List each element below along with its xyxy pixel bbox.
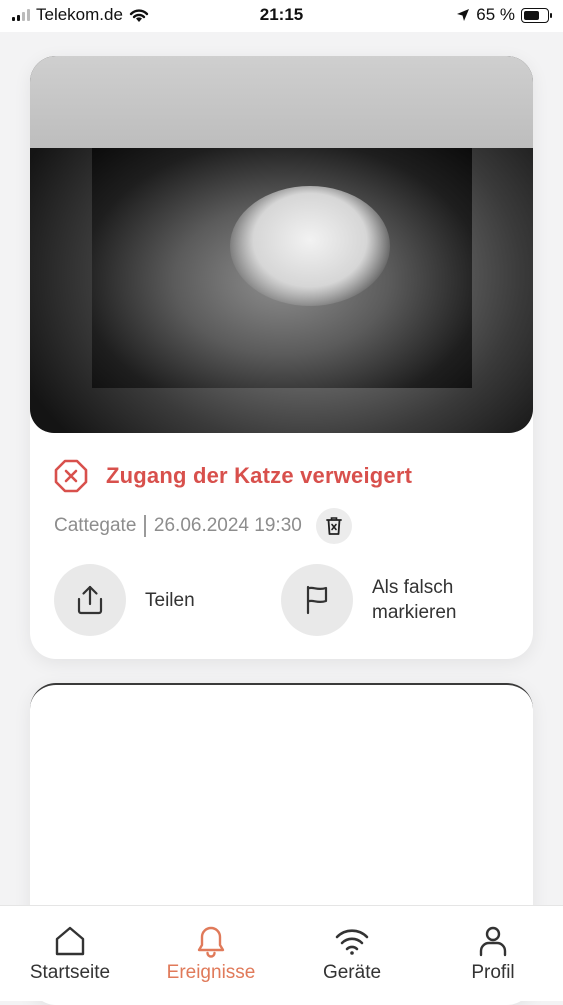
flag-icon [306,585,328,615]
home-icon [55,926,85,956]
trash-icon [325,517,342,535]
delete-button[interactable] [315,508,352,544]
event-photo[interactable] [30,56,533,433]
event-datetime: 26.06.2024 19:30 [153,515,302,536]
battery-icon [521,7,552,23]
person-icon [479,926,507,957]
status-right: 65 % [456,5,552,25]
event-meta: Cattegate 26.06.2024 19:30 [54,508,352,544]
tab-label: Profil [471,962,515,983]
cat-photo-icon [230,186,390,306]
bell-icon [197,926,225,958]
tab-label: Geräte [322,962,382,983]
wifi-icon [335,929,369,955]
event-card: Zugang der Katze verweigert Cattegate 26… [30,56,533,659]
share-label: Teilen [145,589,195,611]
tab-profil[interactable]: Profil [423,924,563,984]
meta-separator [144,515,146,537]
tab-label: Startseite [29,962,111,983]
share-icon [77,585,103,615]
tab-label: Ereignisse [166,962,256,983]
share-button-circle[interactable] [54,564,126,636]
tab-startseite[interactable]: Startseite [0,924,140,984]
flag-label: Als falsch markieren [372,575,456,625]
device-name: Cattegate [54,515,137,536]
tab-geraete[interactable]: Geräte [282,924,422,984]
location-arrow-icon [457,9,470,21]
denied-x-circle-icon [54,459,88,493]
tab-ereignisse[interactable]: Ereignisse [141,924,281,984]
flag-label-line1: Als falsch [372,577,454,598]
event-title: Zugang der Katze verweigert [106,463,413,488]
share-button[interactable]: Teilen [54,564,195,636]
status-bar: Telekom.de 21:15 65 % [0,0,563,32]
flag-label-line2: markieren [372,602,457,623]
tab-bar: Startseite Ereignisse Geräte Profil [0,905,563,1001]
flag-button-circle[interactable] [281,564,353,636]
event-status-row: Zugang der Katze verweigert [54,459,412,493]
battery-percent: 65 % [476,5,515,24]
flag-false-button[interactable]: Als falsch markieren [281,564,456,636]
